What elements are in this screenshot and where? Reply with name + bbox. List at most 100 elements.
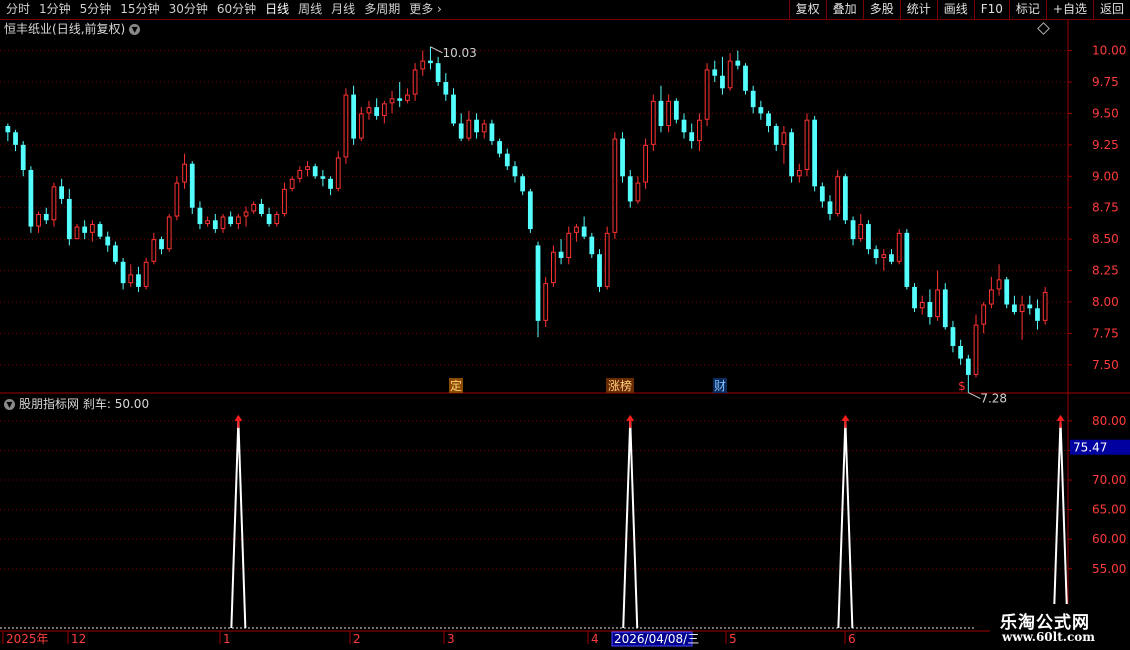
timeline-label: 1	[223, 632, 231, 646]
candle-body	[28, 170, 34, 227]
candle-body	[727, 60, 733, 89]
candle-body	[927, 302, 933, 318]
candle-body	[858, 224, 864, 240]
candle-body	[958, 346, 964, 359]
candle-body	[13, 132, 18, 145]
candle-body	[520, 176, 526, 192]
candle-body	[451, 94, 456, 124]
candle-body	[789, 132, 794, 177]
price-tick-label: 10.00	[1092, 44, 1126, 58]
candle-body	[343, 94, 349, 158]
candle-body	[174, 182, 180, 217]
candle-body	[681, 119, 687, 133]
candle-body	[643, 144, 648, 183]
candle-body	[74, 226, 80, 240]
candle-body	[758, 107, 764, 114]
candle-body	[873, 249, 879, 258]
chart-canvas[interactable]: 10.00 9.75 9.50 9.25 9.00 8.75 8.50 8.25 8.00 7.7…	[0, 0, 1130, 650]
candle-body	[766, 113, 771, 126]
timeline-label: 5	[729, 632, 737, 646]
candle-body	[20, 144, 26, 170]
candle-body	[720, 75, 725, 89]
candle-body	[228, 216, 234, 225]
candle-body	[527, 191, 533, 230]
candle-body	[551, 251, 556, 284]
candle-body	[712, 69, 718, 76]
candle-body	[743, 65, 748, 91]
event-badge-label: 财	[714, 379, 726, 393]
candle-body	[866, 224, 871, 250]
candle-body	[136, 274, 141, 287]
candle-body	[881, 254, 887, 259]
indicator-spike	[1052, 420, 1069, 629]
indicator-spike-arrow	[626, 414, 635, 421]
candle-body	[812, 119, 818, 187]
candle-body	[935, 289, 940, 318]
candle-body	[996, 279, 1002, 290]
candle-body	[51, 186, 57, 221]
candle-body	[335, 157, 341, 189]
candle-body	[535, 245, 541, 321]
candle-body	[474, 119, 479, 133]
candle-body	[1012, 304, 1017, 313]
price-tick-label: 9.75	[1092, 75, 1119, 89]
candle-body	[981, 304, 987, 325]
candle-body	[259, 203, 264, 214]
candle-body	[166, 216, 172, 250]
candle-body	[297, 170, 303, 179]
indicator-tick-label: 70.00	[1092, 473, 1126, 487]
timeline-label: 12	[71, 632, 86, 646]
candle-body	[697, 119, 702, 142]
candle-body	[1019, 304, 1025, 313]
candle-body	[1035, 308, 1040, 321]
candle-body	[589, 236, 595, 255]
candle-body	[97, 224, 103, 237]
event-badge-label: 定	[450, 378, 462, 393]
indicator-tick-label: 65.00	[1092, 503, 1126, 517]
low-marker-label: 7.28	[980, 392, 1007, 406]
candle-body	[389, 98, 395, 104]
candle-body	[266, 214, 272, 225]
candle-body	[750, 90, 756, 108]
candle-body	[397, 98, 403, 101]
indicator-spike	[837, 420, 854, 629]
indicator-spike	[622, 420, 639, 629]
candle-body	[5, 126, 11, 133]
candle-body	[235, 216, 241, 225]
candle-body	[428, 60, 433, 64]
candle-body	[120, 261, 126, 284]
candle-body	[673, 100, 679, 120]
candle-body	[773, 126, 779, 145]
candle-body	[374, 107, 380, 116]
candle-body	[405, 94, 410, 101]
candle-body	[896, 232, 902, 262]
candle-body	[128, 274, 134, 284]
candle-body	[205, 220, 211, 225]
candle-body	[113, 245, 118, 262]
indicator-spike-arrow	[234, 414, 243, 421]
candle-body	[143, 261, 149, 287]
candle-body	[604, 232, 610, 287]
candle-body	[189, 163, 195, 208]
cursor-date-label: 2026/04/08/三	[614, 632, 699, 646]
candle-body	[889, 254, 894, 262]
indicator-tick-label: 55.00	[1092, 562, 1126, 576]
candle-body	[842, 176, 848, 221]
current-value-label: 75.47	[1073, 441, 1107, 455]
candle-body	[497, 141, 502, 154]
candle-body	[197, 207, 203, 225]
candle-body	[950, 327, 956, 346]
price-tick-label: 9.00	[1092, 169, 1119, 183]
price-tick-label: 9.25	[1092, 138, 1119, 152]
price-tick-label: 8.00	[1092, 295, 1119, 309]
candle-body	[973, 324, 979, 375]
candle-body	[489, 123, 495, 142]
candle-body	[574, 226, 579, 233]
candle-body	[159, 239, 164, 250]
timeline-label: 2025年	[6, 632, 49, 646]
candle-body	[988, 289, 994, 305]
candle-body	[212, 220, 218, 230]
candle-body	[942, 289, 948, 328]
candle-body	[289, 178, 295, 189]
candle-body	[443, 82, 449, 95]
